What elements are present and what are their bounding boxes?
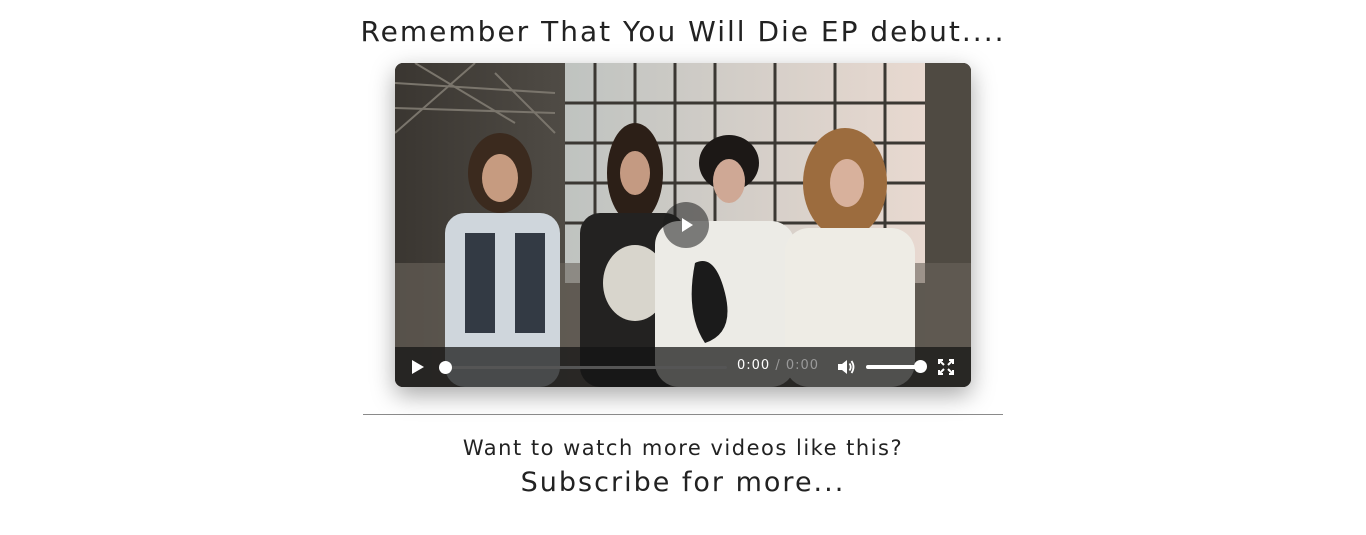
duration: 0:00 — [785, 358, 820, 373]
fullscreen-icon — [938, 359, 954, 375]
page-title: Remember That You Will Die EP debut.... — [360, 15, 1006, 48]
current-time: 0:00 — [737, 358, 771, 373]
watch-more-prompt: Want to watch more videos like this? — [462, 436, 904, 460]
volume-handle[interactable] — [914, 360, 927, 373]
video-controls: 0:00 / 0:00 — [395, 347, 971, 387]
volume-slider[interactable] — [866, 360, 927, 373]
seek-bar[interactable] — [439, 361, 727, 374]
time-separator: / — [775, 358, 781, 373]
mute-button[interactable] — [836, 357, 856, 377]
play-button[interactable] — [407, 357, 427, 377]
divider — [363, 414, 1003, 415]
play-icon — [412, 360, 424, 374]
big-play-button[interactable] — [663, 202, 709, 248]
play-icon — [682, 218, 693, 232]
volume-icon — [838, 360, 855, 374]
seek-handle[interactable] — [439, 361, 452, 374]
volume-level — [866, 365, 920, 369]
time-display: 0:00 / 0:00 — [737, 358, 819, 373]
subscribe-link[interactable]: Subscribe for more... — [0, 465, 1366, 501]
fullscreen-button[interactable] — [938, 359, 954, 375]
